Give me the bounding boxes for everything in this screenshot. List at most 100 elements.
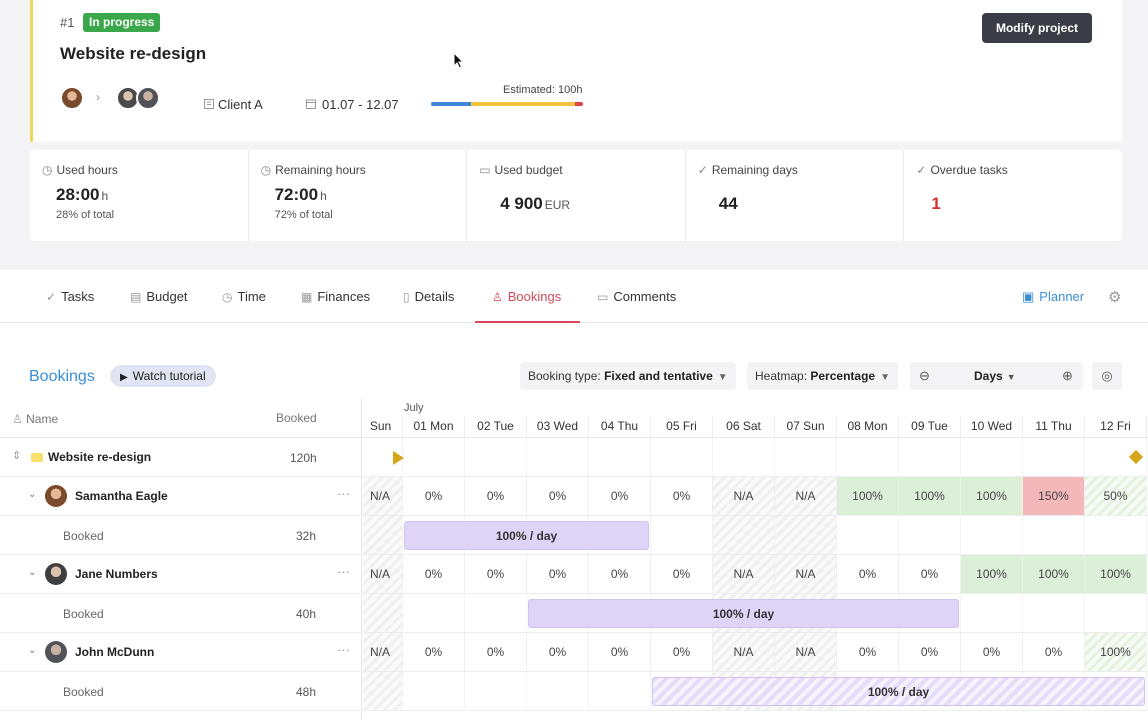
gear-icon[interactable]: ⚙	[1108, 288, 1121, 306]
booking-day-cell[interactable]	[527, 672, 589, 710]
booking-day-cell[interactable]	[651, 516, 713, 554]
zoom-unit-select[interactable]: Days ▼	[974, 362, 1016, 391]
planner-link[interactable]: ▣ Planner	[1022, 272, 1084, 322]
zoom-in-icon[interactable]: ⊕	[1062, 362, 1073, 390]
project-row[interactable]: ⇕ Website re-design 120h	[0, 438, 362, 477]
booking-day-cell[interactable]	[1085, 594, 1147, 632]
heatmap-cell[interactable]: N/A	[713, 633, 775, 671]
heatmap-cell[interactable]: N/A	[363, 633, 403, 671]
chevron-down-icon[interactable]: ⌄	[28, 489, 36, 500]
heatmap-cell[interactable]: 100%	[1085, 555, 1147, 593]
booking-day-cell[interactable]	[1023, 594, 1085, 632]
project-day-cell[interactable]	[837, 438, 899, 476]
project-day-cell[interactable]	[1023, 438, 1085, 476]
person-row[interactable]: ⌄ John McDunn ···	[0, 633, 362, 672]
add-person-icon[interactable]: ♙	[12, 412, 23, 426]
booking-day-cell[interactable]	[363, 516, 403, 554]
booking-bar[interactable]: 100% / day	[404, 521, 649, 550]
booking-day-cell[interactable]	[403, 594, 465, 632]
heatmap-cell[interactable]: 0%	[527, 555, 589, 593]
heatmap-cell[interactable]: 0%	[465, 633, 527, 671]
booking-day-cell[interactable]	[775, 516, 837, 554]
booking-day-cell[interactable]	[961, 594, 1023, 632]
person-row[interactable]: ⌄ Samantha Eagle ···	[0, 477, 362, 516]
project-day-cell[interactable]	[713, 438, 775, 476]
project-day-cell[interactable]	[403, 438, 465, 476]
heatmap-cell[interactable]: N/A	[363, 555, 403, 593]
heatmap-cell[interactable]: 0%	[837, 633, 899, 671]
tab-details[interactable]: ▯ Details	[403, 272, 454, 323]
heatmap-cell[interactable]: 100%	[961, 477, 1023, 515]
avatar-project-manager[interactable]	[60, 86, 84, 110]
heatmap-cell[interactable]: 0%	[961, 633, 1023, 671]
booking-day-cell[interactable]	[961, 516, 1023, 554]
booking-day-cell[interactable]	[403, 672, 465, 710]
heatmap-cell[interactable]: 0%	[527, 477, 589, 515]
heatmap-cell[interactable]: N/A	[713, 555, 775, 593]
more-options-icon[interactable]: ···	[337, 564, 350, 579]
booking-day-cell[interactable]	[899, 516, 961, 554]
heatmap-cell[interactable]: N/A	[775, 555, 837, 593]
heatmap-cell[interactable]: 0%	[403, 633, 465, 671]
heatmap-cell[interactable]: 0%	[651, 477, 713, 515]
heatmap-cell[interactable]: 0%	[899, 633, 961, 671]
chevron-down-icon[interactable]: ⌄	[28, 567, 36, 578]
heatmap-cell[interactable]: 0%	[465, 477, 527, 515]
expand-collapse-icon[interactable]: ⇕	[12, 449, 21, 462]
heatmap-cell[interactable]: 100%	[1023, 555, 1085, 593]
person-row[interactable]: ⌄ Jane Numbers ···	[0, 555, 362, 594]
tab-bookings[interactable]: ♙ Bookings	[475, 272, 580, 323]
tab-time[interactable]: ◷ Time	[222, 272, 266, 323]
heatmap-cell[interactable]: 0%	[589, 477, 651, 515]
project-day-cell[interactable]	[899, 438, 961, 476]
booking-day-cell[interactable]	[363, 594, 403, 632]
booking-day-cell[interactable]	[1085, 516, 1147, 554]
heatmap-cell[interactable]: 0%	[899, 555, 961, 593]
booking-day-cell[interactable]	[465, 594, 527, 632]
zoom-out-icon[interactable]: ⊖	[919, 362, 930, 390]
tab-tasks[interactable]: ✓ Tasks	[46, 272, 94, 323]
heatmap-cell[interactable]: 150%	[1023, 477, 1085, 515]
tab-comments[interactable]: ▭ Comments	[597, 272, 676, 323]
heatmap-cell[interactable]: 0%	[651, 555, 713, 593]
booking-type-dropdown[interactable]: Booking type: Fixed and tentative ▼	[520, 362, 736, 390]
booking-bar[interactable]: 100% / day	[652, 677, 1145, 706]
project-day-cell[interactable]	[651, 438, 713, 476]
project-day-cell[interactable]	[775, 438, 837, 476]
heatmap-cell[interactable]: 100%	[1085, 633, 1147, 671]
booking-day-cell[interactable]	[713, 516, 775, 554]
heatmap-cell[interactable]: 50%	[1085, 477, 1147, 515]
heatmap-cell[interactable]: 0%	[837, 555, 899, 593]
heatmap-cell[interactable]: 0%	[403, 477, 465, 515]
heatmap-cell[interactable]: 0%	[589, 633, 651, 671]
heatmap-cell[interactable]: 0%	[589, 555, 651, 593]
milestone-start-icon[interactable]	[393, 451, 404, 465]
watch-tutorial-button[interactable]: ▶ Watch tutorial	[110, 365, 216, 387]
avatar-member[interactable]	[136, 86, 160, 110]
booking-day-cell[interactable]	[837, 516, 899, 554]
heatmap-cell[interactable]: 100%	[899, 477, 961, 515]
heatmap-cell[interactable]: 0%	[527, 633, 589, 671]
booking-day-cell[interactable]	[589, 672, 651, 710]
project-day-cell[interactable]	[961, 438, 1023, 476]
tab-finances[interactable]: ▦ Finances	[301, 272, 370, 323]
modify-project-button[interactable]: Modify project	[982, 13, 1092, 43]
heatmap-cell[interactable]: N/A	[775, 477, 837, 515]
heatmap-cell[interactable]: N/A	[363, 477, 403, 515]
heatmap-dropdown[interactable]: Heatmap: Percentage ▼	[747, 362, 898, 390]
heatmap-cell[interactable]: 100%	[837, 477, 899, 515]
more-options-icon[interactable]: ···	[337, 486, 350, 501]
tab-budget[interactable]: ▤ Budget	[130, 272, 188, 323]
feedback-icon[interactable]: ◎	[1092, 362, 1122, 390]
chevron-down-icon[interactable]: ⌄	[28, 645, 36, 656]
heatmap-cell[interactable]: N/A	[775, 633, 837, 671]
heatmap-cell[interactable]: 0%	[403, 555, 465, 593]
booking-day-cell[interactable]	[363, 672, 403, 710]
booking-day-cell[interactable]	[465, 672, 527, 710]
project-day-cell[interactable]	[527, 438, 589, 476]
heatmap-cell[interactable]: 100%	[961, 555, 1023, 593]
heatmap-cell[interactable]: 0%	[465, 555, 527, 593]
booking-bar[interactable]: 100% / day	[528, 599, 959, 628]
project-day-cell[interactable]	[589, 438, 651, 476]
project-day-cell[interactable]	[465, 438, 527, 476]
